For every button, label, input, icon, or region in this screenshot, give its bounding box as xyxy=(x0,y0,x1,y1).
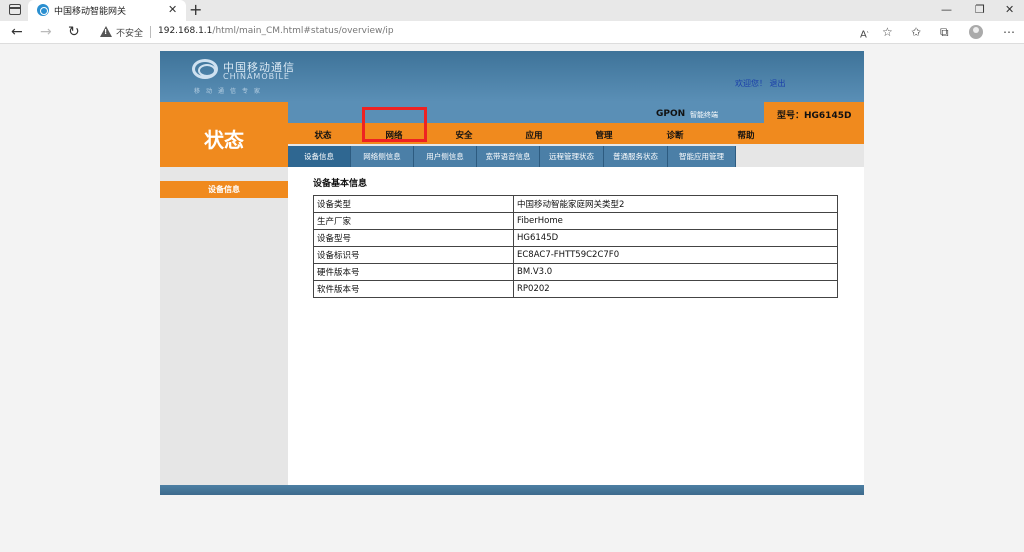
browser-tab-bar: 中国移动智能网关 ✕ + — ❐ ✕ xyxy=(0,0,1024,21)
table-row: 设备型号 HG6145D xyxy=(313,229,838,247)
menu-status[interactable]: 状态 xyxy=(314,129,331,141)
model-text: 型号：HG6145D xyxy=(777,111,852,121)
row-value: RP0202 xyxy=(513,280,838,298)
row-label: 设备类型 xyxy=(313,195,514,213)
table-row: 软件版本号 RP0202 xyxy=(313,280,838,298)
sub-menu: 设备信息 网络侧信息 用户侧信息 宽带语音信息 远程管理状态 普通服务状态 智能… xyxy=(288,144,864,167)
row-label: 硬件版本号 xyxy=(313,263,514,281)
tab-network-side-info[interactable]: 网络侧信息 xyxy=(351,146,414,167)
forward-arrow-icon[interactable]: → xyxy=(40,24,52,40)
more-menu-icon[interactable]: ⋯ xyxy=(1003,25,1015,39)
router-page: 中国移动通信 CHINAMOBILE 移动通信专家 欢迎您！ 退出 状态 GPO… xyxy=(160,51,864,495)
menu-diagnosis[interactable]: 诊断 xyxy=(666,129,683,141)
close-window-button[interactable]: ✕ xyxy=(1005,3,1014,17)
warning-icon xyxy=(100,26,112,37)
url-path: /html/main_CM.html#status/overview/ip xyxy=(212,26,394,36)
welcome-logout-link[interactable]: 欢迎您！ 退出 xyxy=(735,78,786,89)
row-value: HG6145D xyxy=(513,229,838,247)
reload-icon[interactable]: ↻ xyxy=(68,24,80,40)
highlight-box xyxy=(362,107,427,142)
new-tab-button[interactable]: + xyxy=(189,1,202,19)
gpon-label: GPON xyxy=(656,109,686,119)
profile-avatar[interactable] xyxy=(969,25,983,39)
gpon-sub-label: 智能终端 xyxy=(690,111,718,119)
tab-title: 中国移动智能网关 xyxy=(54,7,127,17)
tab-actions-icon[interactable] xyxy=(9,4,21,15)
tab-remote-management-status[interactable]: 远程管理状态 xyxy=(540,146,604,167)
sidebar-item-device-info[interactable]: 设备信息 xyxy=(160,181,288,198)
main-content: 设备基本信息 设备类型 中国移动智能家庭网关类型2 生产厂家 FiberHome… xyxy=(288,167,864,485)
add-favorite-icon[interactable]: ☆ xyxy=(882,25,893,39)
menu-application[interactable]: 应用 xyxy=(525,129,542,141)
tab-device-info[interactable]: 设备信息 xyxy=(288,146,351,167)
footer-bar xyxy=(160,485,864,495)
maximize-button[interactable]: ❐ xyxy=(975,3,985,17)
logo-english: CHINAMOBILE xyxy=(223,72,290,81)
page-title: 状态 xyxy=(204,128,244,152)
tab-user-side-info[interactable]: 用户侧信息 xyxy=(414,146,477,167)
table-row: 硬件版本号 BM.V3.0 xyxy=(313,263,838,281)
page-section-header: 状态 xyxy=(160,102,288,167)
table-row: 设备标识号 EC8AC7-FHTT59C2C7F0 xyxy=(313,246,838,264)
device-info-table: 设备类型 中国移动智能家庭网关类型2 生产厂家 FiberHome 设备型号 H… xyxy=(313,195,838,298)
insecure-label[interactable]: 不安全 xyxy=(116,26,143,39)
row-value: FiberHome xyxy=(513,212,838,230)
table-row: 设备类型 中国移动智能家庭网关类型2 xyxy=(313,195,838,213)
read-aloud-icon[interactable]: A៶ xyxy=(860,25,868,42)
collections-icon[interactable]: ⧉ xyxy=(940,25,949,39)
logo-slogan: 移动通信专家 xyxy=(194,88,267,95)
minimize-button[interactable]: — xyxy=(941,3,952,17)
section-title: 设备基本信息 xyxy=(313,179,368,189)
address-bar[interactable]: 不安全 192.168.1.1/html/main_CM.html#status… xyxy=(92,23,852,42)
sidebar: 设备信息 xyxy=(160,167,288,485)
china-mobile-logo-icon xyxy=(192,59,218,79)
row-label: 设备标识号 xyxy=(313,246,514,264)
url-text[interactable]: 192.168.1.1/html/main_CM.html#status/ove… xyxy=(158,26,394,36)
row-value: 中国移动智能家庭网关类型2 xyxy=(513,195,838,213)
tab-broadband-voice-info[interactable]: 宽带语音信息 xyxy=(477,146,540,167)
back-arrow-icon[interactable]: ← xyxy=(11,24,23,40)
favicon-icon xyxy=(37,4,49,16)
tab-close-icon[interactable]: ✕ xyxy=(168,3,177,17)
tab-smart-app-management[interactable]: 智能应用管理 xyxy=(668,146,736,167)
row-label: 软件版本号 xyxy=(313,280,514,298)
tab-general-service-status[interactable]: 普通服务状态 xyxy=(604,146,668,167)
row-value: EC8AC7-FHTT59C2C7F0 xyxy=(513,246,838,264)
header-banner: 中国移动通信 CHINAMOBILE 移动通信专家 欢迎您！ 退出 xyxy=(160,51,864,102)
address-separator xyxy=(150,26,151,38)
browser-toolbar: ← → ↻ 不安全 192.168.1.1/html/main_CM.html#… xyxy=(0,21,1024,44)
favorites-icon[interactable]: ✩ xyxy=(911,25,921,39)
menu-management[interactable]: 管理 xyxy=(595,129,612,141)
table-row: 生产厂家 FiberHome xyxy=(313,212,838,230)
browser-tab[interactable]: 中国移动智能网关 ✕ xyxy=(28,0,186,21)
row-value: BM.V3.0 xyxy=(513,263,838,281)
menu-help[interactable]: 帮助 xyxy=(737,129,754,141)
row-label: 设备型号 xyxy=(313,229,514,247)
url-host: 192.168.1.1 xyxy=(158,26,213,36)
row-label: 生产厂家 xyxy=(313,212,514,230)
model-badge: 型号：HG6145D xyxy=(764,102,864,123)
menu-security[interactable]: 安全 xyxy=(455,129,472,141)
